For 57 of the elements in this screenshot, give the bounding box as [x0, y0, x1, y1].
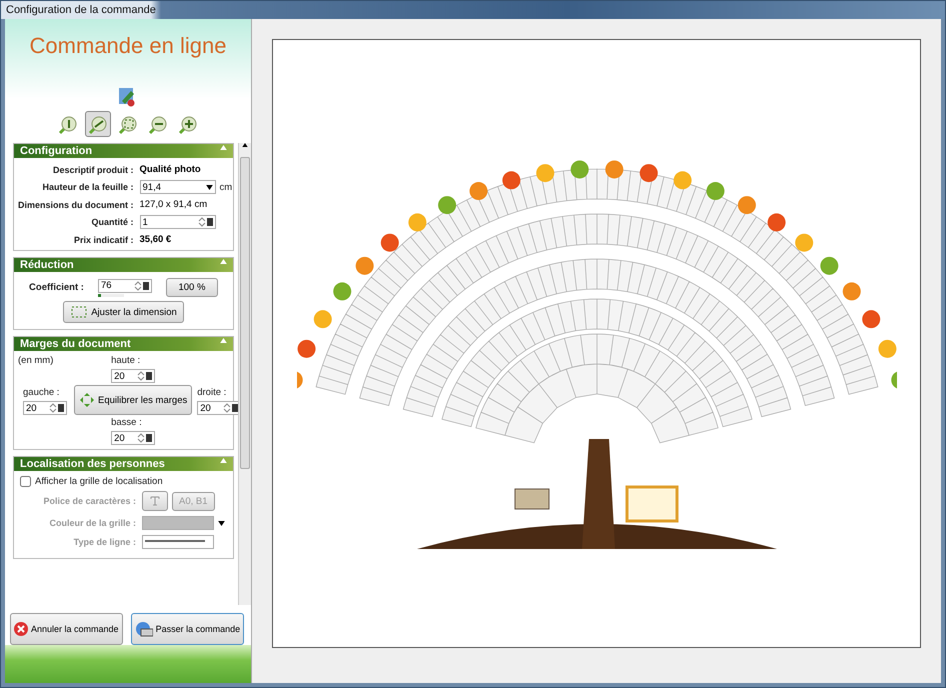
checkbox-label: Afficher la grille de localisation	[35, 476, 163, 487]
app-title: Commande en ligne	[28, 33, 228, 59]
spin-field[interactable]: 20	[111, 431, 156, 445]
field-value: Qualité photo	[140, 164, 202, 175]
field-value: 127,0 x 91,4 cm	[140, 199, 208, 210]
spin-field[interactable]: 20	[197, 401, 238, 415]
coefficient-label: Coefficient :	[29, 282, 84, 293]
window-title: Configuration de la commande	[5, 4, 156, 16]
font-icon	[149, 495, 161, 507]
font-label: Police de caractères :	[42, 496, 136, 506]
panel-title: Réduction	[20, 259, 74, 271]
panel-title: Localisation des personnes	[20, 458, 165, 470]
spin-field[interactable]: 20	[23, 401, 67, 415]
field-label: Prix indicatif :	[73, 234, 134, 244]
spin-arrows-icon[interactable]	[222, 403, 238, 413]
unit-label: cm	[220, 182, 232, 192]
unit-note: (en mm)	[18, 355, 54, 366]
spin-arrows-icon[interactable]	[196, 217, 213, 227]
grid-color-picker[interactable]	[142, 516, 214, 530]
globe-printer-icon	[134, 621, 153, 637]
field-label: Descriptif produit :	[52, 164, 134, 174]
field-label: Quantité :	[90, 217, 134, 227]
field-label: Hauteur de la feuille :	[41, 182, 134, 192]
field-label: Dimensions du document :	[18, 200, 134, 210]
height-dropdown[interactable]: 91,4	[140, 180, 216, 194]
dropdown-arrow-icon[interactable]	[218, 520, 225, 526]
line-type-label: Type de ligne :	[72, 537, 136, 547]
cancel-order-button[interactable]: Annuler la commande	[10, 613, 123, 645]
spin-arrows-icon[interactable]	[136, 433, 152, 443]
line-sample-icon	[145, 540, 205, 544]
dropdown-arrow-icon[interactable]	[206, 184, 213, 190]
right-margin-label: droite :	[197, 387, 228, 398]
fit-dimension-button[interactable]: Ajuster la dimension	[63, 301, 184, 323]
panel-title: Marges du document	[20, 338, 131, 350]
reset-zoom-button[interactable]: 100 %	[166, 278, 218, 297]
field-value: 35,60 €	[140, 234, 172, 245]
panel-title: Configuration	[20, 145, 92, 157]
spin-field[interactable]: 76	[98, 278, 152, 292]
spin-arrows-icon[interactable]	[132, 280, 149, 290]
spin-field[interactable]: 1	[140, 215, 216, 229]
spin-arrows-icon[interactable]	[136, 371, 152, 381]
zoom-tool-button[interactable]	[85, 111, 111, 137]
grid-color-label: Couleur de la grille :	[48, 518, 136, 528]
spin-arrows-icon[interactable]	[48, 403, 64, 413]
scroll-up-icon[interactable]	[242, 143, 248, 147]
balance-margins-button[interactable]: Equilibrer les marges	[74, 385, 192, 415]
cancel-icon	[14, 622, 28, 636]
line-type-dropdown[interactable]	[142, 535, 214, 549]
arrows-icon	[79, 392, 95, 408]
resize-icon	[70, 305, 88, 319]
font-button[interactable]	[142, 491, 168, 511]
left-margin-label: gauche :	[23, 387, 60, 398]
scrollbar-thumb[interactable]	[240, 157, 250, 469]
bottom-margin-label: basse :	[111, 417, 143, 428]
spin-field[interactable]: 20	[111, 369, 156, 383]
place-order-button[interactable]: Passer la commande	[130, 613, 244, 645]
top-margin-label: haute :	[111, 355, 142, 366]
